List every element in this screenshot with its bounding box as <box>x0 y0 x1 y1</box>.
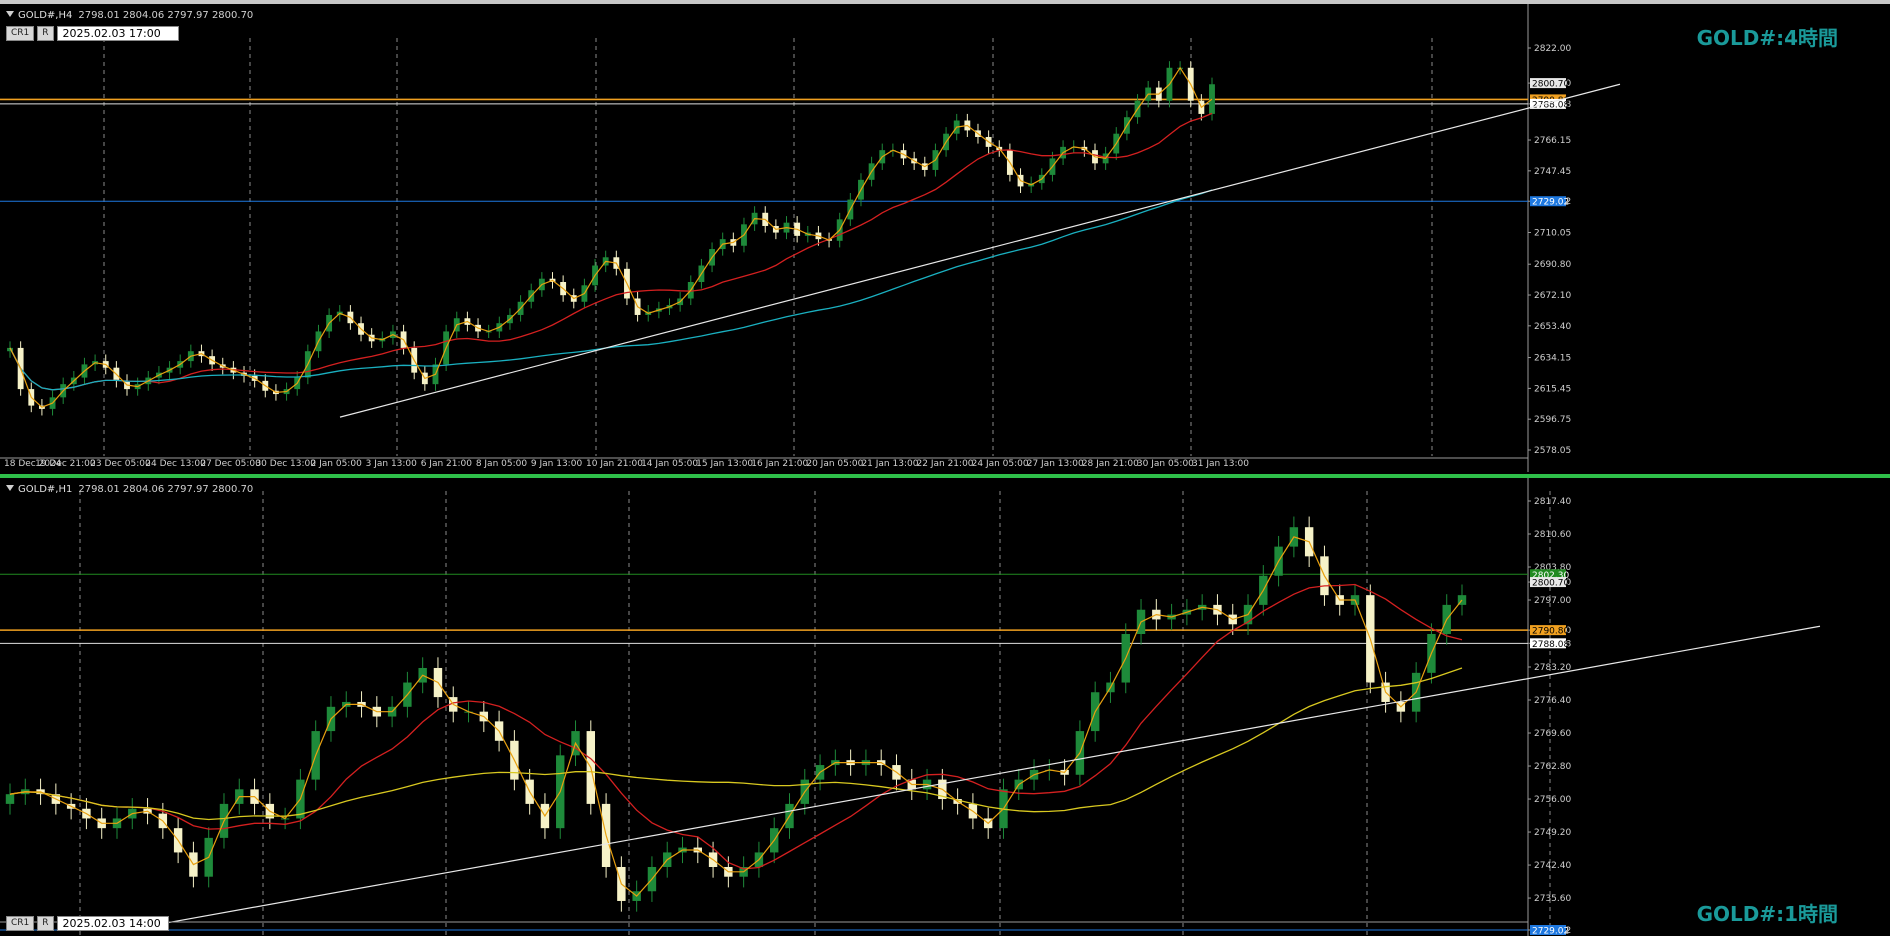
time-label: 24 Jan 05:00 <box>972 459 1029 469</box>
h4-datetime-box[interactable]: 2025.02.03 17:00 <box>56 26 179 41</box>
h1-datetime-box[interactable]: 2025.02.03 14:00 <box>56 916 169 931</box>
collapse-triangle-icon[interactable] <box>6 485 14 491</box>
h1-chart-pane[interactable]: 2817.402810.602803.802800.702797.002790.… <box>0 474 1890 936</box>
trendline <box>139 625 1821 929</box>
price-label: 2672.10 <box>1534 291 1571 301</box>
h4-title: GOLD#:4時間 <box>1696 26 1838 50</box>
time-label: 27 Jan 13:00 <box>1027 459 1084 469</box>
time-label: 6 Jan 21:00 <box>421 459 473 469</box>
h4-toolbar: CR1 R 2025.02.03 17:00 <box>6 26 179 41</box>
h1-cr-button[interactable]: CR1 <box>6 916 35 931</box>
time-label: 21 Jan 13:00 <box>861 459 918 469</box>
price-label: 2690.80 <box>1534 260 1571 270</box>
price-label: 2810.60 <box>1534 530 1571 540</box>
price-label: 2776.40 <box>1534 696 1571 706</box>
price-label: 2762.80 <box>1534 762 1571 772</box>
moving-average-line <box>9 112 1213 391</box>
price-label: 2749.20 <box>1534 828 1571 838</box>
price-label: 2797.00 <box>1534 596 1571 606</box>
time-label: 14 Jan 05:00 <box>641 459 698 469</box>
price-label: 2747.45 <box>1534 167 1571 177</box>
price-label: 2634.15 <box>1534 354 1571 364</box>
time-label: 15 Jan 13:00 <box>696 459 753 469</box>
h1-symbol: GOLD#,H1 <box>18 484 73 495</box>
h4-symbol: GOLD#,H4 <box>18 10 73 21</box>
h1-ohlc: 2798.01 2804.06 2797.97 2800.70 <box>78 484 254 495</box>
time-label: 30 Dec 13:00 <box>255 459 316 469</box>
collapse-triangle-icon[interactable] <box>6 11 14 17</box>
price-label: 2822.00 <box>1534 44 1571 54</box>
time-label: 3 Jan 13:00 <box>366 459 418 469</box>
price-label: 2742.40 <box>1534 861 1571 871</box>
candle-body <box>1209 84 1215 114</box>
h1-header: GOLD#,H1 2798.01 2804.06 2797.97 2800.70 <box>6 484 253 495</box>
level-tag-text: 2729.02 <box>1532 198 1569 208</box>
h4-chart-canvas[interactable]: 2822.002800.702788.082766.152747.452729.… <box>0 4 1890 472</box>
fast-average-line <box>9 536 1463 897</box>
time-label: 24 Dec 13:00 <box>145 459 206 469</box>
price-label: 2653.40 <box>1534 322 1571 332</box>
h4-cr-button[interactable]: CR1 <box>6 26 35 41</box>
level-tag-text: 2800.70 <box>1532 80 1569 90</box>
level-tag-text: 2800.70 <box>1532 579 1569 589</box>
h1-r-button[interactable]: R <box>37 916 54 931</box>
price-label: 2578.05 <box>1534 446 1571 456</box>
h1-chart-canvas[interactable]: 2817.402810.602803.802800.702797.002790.… <box>0 478 1890 936</box>
h4-chart-pane[interactable]: 2822.002800.702788.082766.152747.452729.… <box>0 0 1890 472</box>
time-label: 30 Jan 05:00 <box>1137 459 1194 469</box>
time-label: 9 Jan 13:00 <box>531 459 583 469</box>
candle-body <box>5 794 15 804</box>
time-label: 22 Jan 21:00 <box>917 459 974 469</box>
time-label: 31 Jan 13:00 <box>1192 459 1249 469</box>
price-label: 2817.40 <box>1534 497 1571 507</box>
price-label: 2769.60 <box>1534 729 1571 739</box>
time-label: 28 Jan 21:00 <box>1082 459 1139 469</box>
price-label: 2596.75 <box>1534 415 1571 425</box>
level-tag-text: 2729.02 <box>1532 927 1569 936</box>
time-label: 10 Jan 21:00 <box>586 459 643 469</box>
h1-title: GOLD#:1時間 <box>1696 902 1838 926</box>
price-label: 2615.45 <box>1534 384 1571 394</box>
h4-ohlc: 2798.01 2804.06 2797.97 2800.70 <box>78 10 254 21</box>
moving-average-line <box>9 667 1463 821</box>
h4-r-button[interactable]: R <box>37 26 54 41</box>
level-tag-text: 2788.08 <box>1532 640 1569 650</box>
h4-header: GOLD#,H4 2798.01 2804.06 2797.97 2800.70 <box>6 10 253 21</box>
time-label: 2 Jan 05:00 <box>311 459 363 469</box>
time-label: 16 Jan 21:00 <box>751 459 808 469</box>
price-label: 2766.15 <box>1534 136 1571 146</box>
time-label: 19 Dec 21:00 <box>35 459 96 469</box>
time-label: 20 Jan 05:00 <box>806 459 863 469</box>
price-label: 2735.60 <box>1534 894 1571 904</box>
time-label: 23 Dec 05:00 <box>90 459 151 469</box>
level-tag-text: 2790.80 <box>1532 627 1569 637</box>
time-label: 27 Dec 05:00 <box>200 459 261 469</box>
h1-toolbar: CR1 R 2025.02.03 14:00 <box>6 916 169 931</box>
price-label: 2710.05 <box>1534 228 1571 238</box>
time-label: 8 Jan 05:00 <box>476 459 528 469</box>
price-label: 2756.00 <box>1534 795 1571 805</box>
